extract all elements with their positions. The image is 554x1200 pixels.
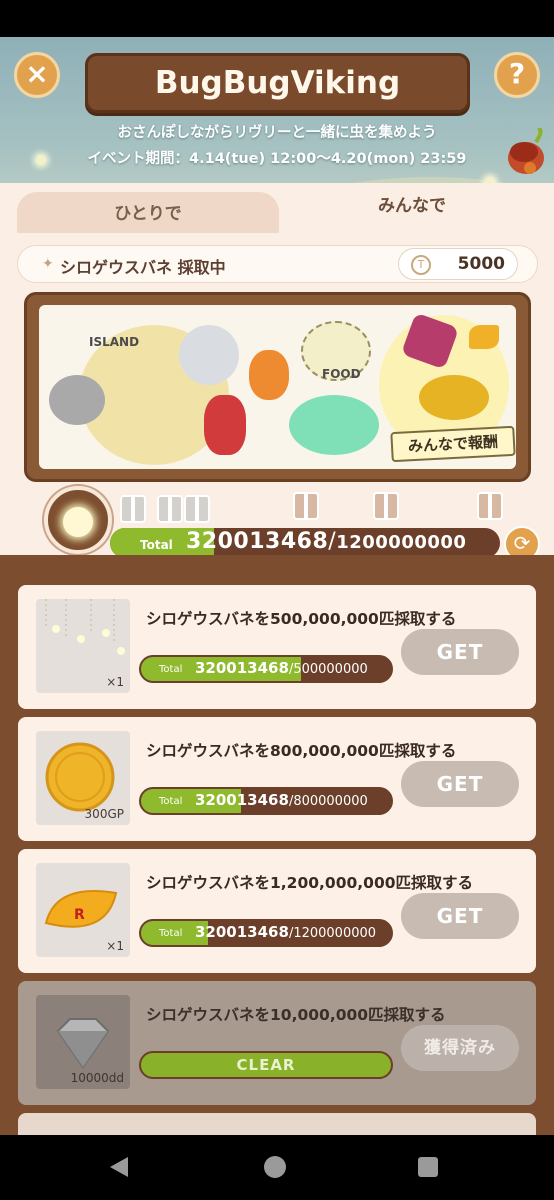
total-progress-bar: Total 320013468/1200000000 xyxy=(110,528,500,558)
mission-card-partial xyxy=(18,1113,536,1135)
reward-thumbnail: R ×1 xyxy=(36,863,130,957)
mission-card-cleared: 10000dd シロゲウスバネを10,000,000匹採取する CLEAR 獲得… xyxy=(18,981,536,1105)
reward-quantity: ×1 xyxy=(106,939,124,953)
cat-livly-icon xyxy=(49,375,105,425)
reward-thumbnail: 300GP xyxy=(36,731,130,825)
page-title: BugBugViking xyxy=(154,65,401,101)
mission-progress-value: 320013468/1200000000 xyxy=(195,923,377,941)
get-button[interactable]: GET xyxy=(401,893,519,939)
gift-icon[interactable] xyxy=(293,492,319,520)
home-icon[interactable] xyxy=(264,1156,286,1178)
reward-board: ISLAND FOOD みんなで報酬 xyxy=(24,292,531,482)
bug-avatar xyxy=(44,486,112,554)
clear-label: CLEAR xyxy=(141,1053,391,1077)
claimed-button: 獲得済み xyxy=(401,1025,519,1071)
mission-goal: 500000000 xyxy=(293,662,368,677)
tab-solo[interactable]: ひとりで xyxy=(17,192,279,236)
svg-text:R: R xyxy=(74,907,85,923)
mission-card: R ×1 シロゲウスバネを1,200,000,000匹採取する Total 32… xyxy=(18,849,536,973)
green-creature-icon xyxy=(289,395,379,455)
total-label: Total xyxy=(140,538,173,552)
gift-icon xyxy=(184,495,210,523)
currency-pill: T 5000 xyxy=(398,248,518,280)
gift-icon[interactable] xyxy=(373,492,399,520)
everyone-reward-tag: みんなで報酬 xyxy=(390,425,516,463)
food-label: FOOD xyxy=(322,367,361,381)
reward-thumbnail: ×1 xyxy=(36,599,130,693)
total-separator: / xyxy=(328,529,337,554)
event-subtitle: おさんぽしながらリヴリーと一緒に虫を集めよう xyxy=(117,125,437,141)
mission-current: 320013468 xyxy=(195,791,289,809)
close-button[interactable]: × xyxy=(14,52,60,98)
mission-title: シロゲウスバネを500,000,000匹採取する xyxy=(146,610,457,628)
mission-current: 320013468 xyxy=(195,923,289,941)
mission-current: 320013468 xyxy=(195,659,289,677)
collecting-text: シロゲウスバネ 採取中 xyxy=(60,258,226,277)
back-icon[interactable] xyxy=(110,1157,128,1177)
reward-quantity: ×1 xyxy=(106,675,124,689)
recent-apps-icon[interactable] xyxy=(418,1157,438,1177)
orange-livly-icon xyxy=(249,350,289,400)
firefly-icon xyxy=(63,507,93,537)
mission-total-label: Total xyxy=(159,664,183,675)
gold-coins-icon xyxy=(419,375,489,420)
currency-value: 5000 xyxy=(457,254,505,274)
currency-icon: T xyxy=(411,255,431,275)
mascot-icon xyxy=(508,128,544,174)
mission-card: 300GP シロゲウスバネを800,000,000匹採取する Total 320… xyxy=(18,717,536,841)
gift-icon xyxy=(120,495,146,523)
sparkle-icon: ✦ xyxy=(42,256,54,272)
mission-goal: 1200000000 xyxy=(293,926,377,941)
mission-total-label: Total xyxy=(159,796,183,807)
mission-progress-bar: Total 320013468/800000000 xyxy=(139,787,393,815)
reward-quantity: 10000dd xyxy=(70,1071,124,1085)
mission-progress-bar: Total 320013468/1200000000 xyxy=(139,919,393,947)
mission-title: シロゲウスバネを1,200,000,000匹採取する xyxy=(146,874,474,892)
reward-thumbnail: 10000dd xyxy=(36,995,130,1089)
total-goal: 1200000000 xyxy=(336,532,467,553)
board-illustration: ISLAND FOOD みんなで報酬 xyxy=(39,305,516,469)
system-status-bar xyxy=(0,0,554,37)
mission-goal: 800000000 xyxy=(293,794,368,809)
island-label: ISLAND xyxy=(89,335,140,349)
event-period: イベント期間：4.14(tue) 12:00〜4.20(mon) 23:59 xyxy=(87,151,467,167)
gift-icon[interactable] xyxy=(477,492,503,520)
mission-list[interactable]: ×1 シロゲウスバネを500,000,000匹採取する Total 320013… xyxy=(0,555,554,1135)
reward-quantity: 300GP xyxy=(84,807,124,821)
get-button[interactable]: GET xyxy=(401,629,519,675)
mission-progress-value: 320013468/800000000 xyxy=(195,791,368,809)
mission-title: シロゲウスバネを10,000,000匹採取する xyxy=(146,1006,446,1024)
gift-icon xyxy=(157,495,183,523)
mission-progress-bar: CLEAR xyxy=(139,1051,393,1079)
tab-everyone[interactable]: みんなで xyxy=(286,183,538,234)
mission-progress-bar: Total 320013468/500000000 xyxy=(139,655,393,683)
mission-title: シロゲウスバネを800,000,000匹採取する xyxy=(146,742,457,760)
mission-card: ×1 シロゲウスバネを500,000,000匹採取する Total 320013… xyxy=(18,585,536,709)
red-fox-livly-icon xyxy=(204,395,246,455)
total-current: 320013468 xyxy=(186,529,329,554)
mission-total-label: Total xyxy=(159,928,183,939)
system-nav-bar xyxy=(0,1135,554,1200)
rare-leaf-icon xyxy=(469,325,499,349)
get-button[interactable]: GET xyxy=(401,761,519,807)
total-progress-value: 320013468/1200000000 xyxy=(186,529,466,554)
help-button[interactable]: ? xyxy=(494,52,540,98)
mission-progress-value: 320013468/500000000 xyxy=(195,659,368,677)
squirrel-livly-icon xyxy=(179,325,239,385)
title-sign: BugBugViking xyxy=(85,53,470,113)
